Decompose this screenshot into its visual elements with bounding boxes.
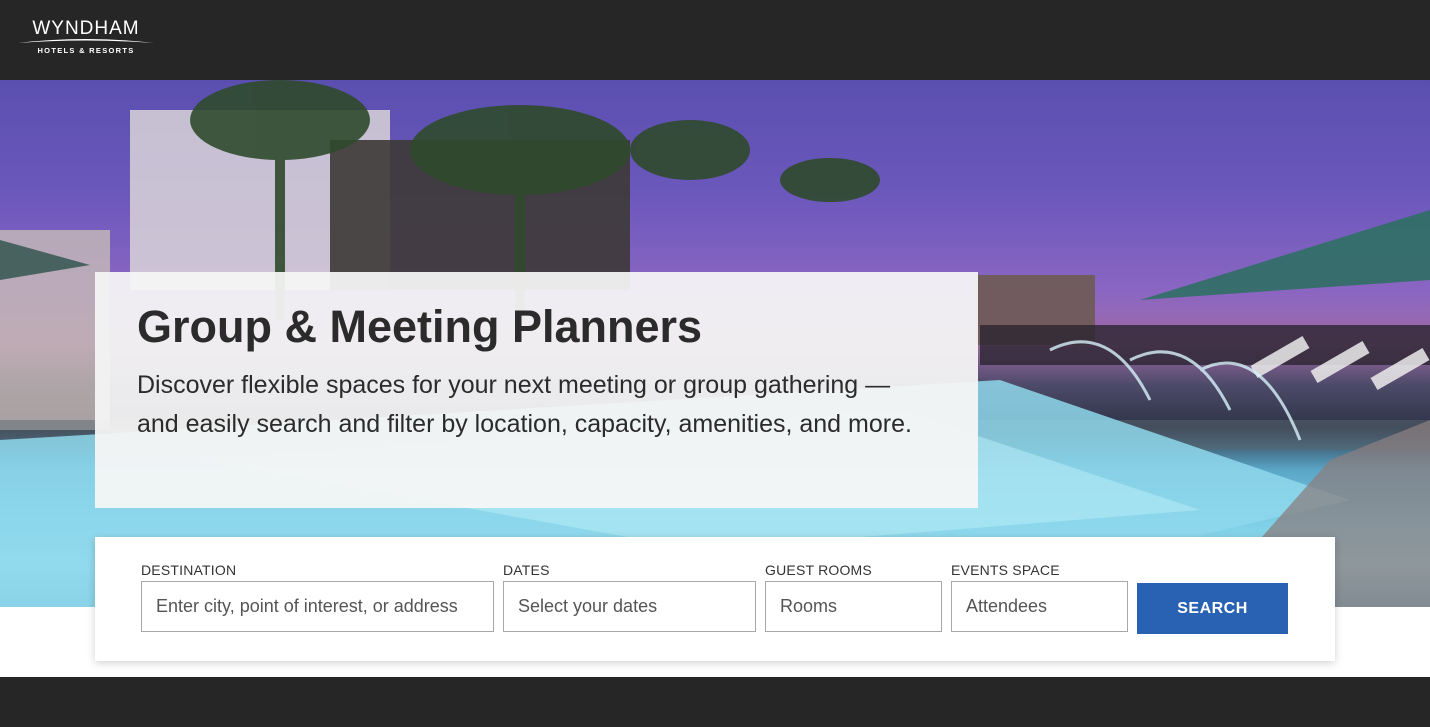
wyndham-logo[interactable]: WYNDHAM HOTELS & RESORTS	[16, 18, 156, 58]
dates-field-group: DATES	[503, 561, 756, 632]
hero-intro-panel: Group & Meeting Planners Discover flexib…	[95, 272, 978, 508]
dates-input[interactable]	[503, 581, 756, 632]
hero-banner: Group & Meeting Planners Discover flexib…	[0, 80, 1430, 607]
site-header: WYNDHAM HOTELS & RESORTS	[0, 0, 1430, 80]
events-space-field-group: EVENTS SPACE	[951, 561, 1128, 632]
wyndham-logo-swoosh-icon	[18, 39, 154, 43]
hero-description: Discover flexible spaces for your next m…	[137, 371, 912, 438]
events-space-label: EVENTS SPACE	[951, 562, 1060, 578]
events-space-input[interactable]	[951, 581, 1128, 632]
dates-label: DATES	[503, 562, 550, 578]
logo-subtitle: HOTELS & RESORTS	[37, 46, 135, 55]
destination-input[interactable]	[141, 581, 494, 632]
footer-band	[0, 677, 1430, 727]
page-title: Group & Meeting Planners	[137, 301, 703, 352]
guest-rooms-field-group: GUEST ROOMS	[765, 561, 942, 632]
guest-rooms-label: GUEST ROOMS	[765, 562, 872, 578]
search-button[interactable]: SEARCH	[1137, 583, 1288, 634]
destination-label: DESTINATION	[141, 562, 237, 578]
meeting-search-form: DESTINATION DATES GUEST ROOMS EVENTS SPA…	[95, 537, 1335, 661]
guest-rooms-input[interactable]	[765, 581, 942, 632]
destination-field-group: DESTINATION	[141, 561, 494, 632]
